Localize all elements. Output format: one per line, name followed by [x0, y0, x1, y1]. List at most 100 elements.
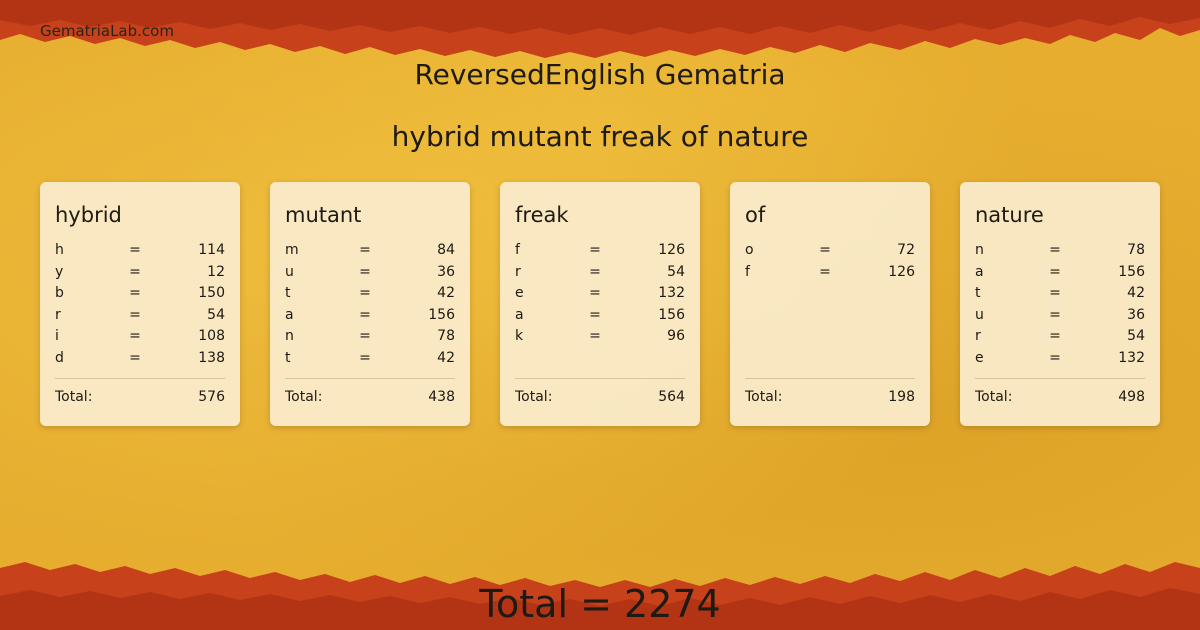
letter-value: 150 — [198, 285, 225, 302]
letter-value: 42 — [1127, 285, 1145, 302]
letter: y — [55, 263, 64, 280]
equals-sign: = — [129, 328, 141, 345]
total-label: Total: — [285, 389, 323, 405]
equals-sign: = — [359, 328, 371, 345]
word-card-hybrid: hybrid h = 114 y = 12 b = 150 r = 54 i = 108 d = 138… — [40, 182, 240, 426]
word-card-mutant: mutant m = 84 u = 36 t = 42 a = 156 n = 78 t = 42 To… — [270, 182, 470, 426]
letter-row: u = 36 — [975, 305, 1145, 327]
letter-value: 12 — [207, 263, 225, 280]
divider — [515, 378, 685, 379]
word-total-value: 498 — [1118, 389, 1145, 405]
letter-row: f = 126 — [745, 262, 915, 284]
letter-value: 126 — [888, 263, 915, 280]
letter-value: 54 — [667, 263, 685, 280]
word-card-of: of o = 72 f = 126 Total: 198 — [730, 182, 930, 426]
equals-sign: = — [589, 306, 601, 323]
letter-value: 126 — [658, 242, 685, 258]
letter-value: 42 — [437, 349, 455, 366]
letter-value: 138 — [198, 349, 225, 366]
divider — [975, 378, 1145, 379]
equals-sign: = — [589, 242, 601, 258]
letter-row: i = 108 — [55, 326, 225, 348]
grand-total: Total = 2274 — [479, 582, 721, 626]
page-title: ReversedEnglish Gematria — [414, 58, 786, 91]
letter-value: 78 — [437, 328, 455, 345]
letter-row: t = 42 — [975, 283, 1145, 305]
letter-row: k = 96 — [515, 326, 685, 348]
total-label: Total: — [515, 389, 553, 405]
site-name: GematriaLab.com — [40, 22, 174, 40]
word-title: of — [745, 203, 766, 227]
word-total-value: 198 — [888, 389, 915, 405]
equals-sign: = — [359, 242, 371, 258]
letter-value: 54 — [1127, 328, 1145, 345]
equals-sign: = — [359, 306, 371, 323]
letter-value: 42 — [437, 285, 455, 302]
equals-sign: = — [1049, 285, 1061, 302]
letter: r — [515, 263, 521, 280]
letter-row: r = 54 — [975, 326, 1145, 348]
letter-row: d = 138 — [55, 348, 225, 370]
letter-row: t = 42 — [285, 348, 455, 370]
equals-sign: = — [589, 263, 601, 280]
letter-row: t = 42 — [285, 283, 455, 305]
equals-sign: = — [359, 349, 371, 366]
letter: t — [975, 285, 981, 302]
letter: h — [55, 242, 64, 258]
letter-value: 78 — [1127, 242, 1145, 258]
word-title: mutant — [285, 203, 362, 227]
letter-row: f = 126 — [515, 240, 685, 262]
letter: m — [285, 242, 299, 258]
letter-value: 156 — [1118, 263, 1145, 280]
equals-sign: = — [589, 285, 601, 302]
word-total-value: 564 — [658, 389, 685, 405]
word-total-row: Total: 198 — [745, 389, 915, 405]
letter: o — [745, 242, 754, 258]
letter-value: 156 — [428, 306, 455, 323]
total-label: Total: — [55, 389, 93, 405]
letter-value: 132 — [1118, 349, 1145, 366]
equals-sign: = — [359, 285, 371, 302]
letter: f — [745, 263, 750, 280]
total-label: Total: — [975, 389, 1013, 405]
letter-row: a = 156 — [515, 305, 685, 327]
equals-sign: = — [589, 328, 601, 345]
letter: b — [55, 285, 64, 302]
letter-row: a = 156 — [975, 262, 1145, 284]
letter-value: 54 — [207, 306, 225, 323]
letter-value: 72 — [897, 242, 915, 258]
divider — [285, 378, 455, 379]
equals-sign: = — [1049, 349, 1061, 366]
letter: a — [515, 306, 524, 323]
total-label: Total: — [745, 389, 783, 405]
letter-value: 36 — [437, 263, 455, 280]
letter: n — [975, 242, 984, 258]
letter-value: 36 — [1127, 306, 1145, 323]
equals-sign: = — [129, 285, 141, 302]
phrase-heading: hybrid mutant freak of nature — [391, 120, 809, 153]
letter-row: n = 78 — [975, 240, 1145, 262]
letter-row: o = 72 — [745, 240, 915, 262]
letter-value: 84 — [437, 242, 455, 258]
word-card-nature: nature n = 78 a = 156 t = 42 u = 36 r = 54 e = 132 T… — [960, 182, 1160, 426]
equals-sign: = — [359, 263, 371, 280]
letter: f — [515, 242, 520, 258]
word-title: freak — [515, 203, 569, 227]
equals-sign: = — [1049, 328, 1061, 345]
equals-sign: = — [1049, 242, 1061, 258]
letter-row: a = 156 — [285, 305, 455, 327]
letter-row: e = 132 — [515, 283, 685, 305]
letter: k — [515, 328, 524, 345]
letter-value: 96 — [667, 328, 685, 345]
letter-value: 108 — [198, 328, 225, 345]
equals-sign: = — [819, 263, 831, 280]
equals-sign: = — [129, 263, 141, 280]
letter-value: 156 — [658, 306, 685, 323]
word-title: hybrid — [55, 203, 122, 227]
letter-row: r = 54 — [55, 305, 225, 327]
letter: n — [285, 328, 294, 345]
divider — [55, 378, 225, 379]
word-total-value: 576 — [198, 389, 225, 405]
letter: a — [975, 263, 984, 280]
word-total-row: Total: 498 — [975, 389, 1145, 405]
